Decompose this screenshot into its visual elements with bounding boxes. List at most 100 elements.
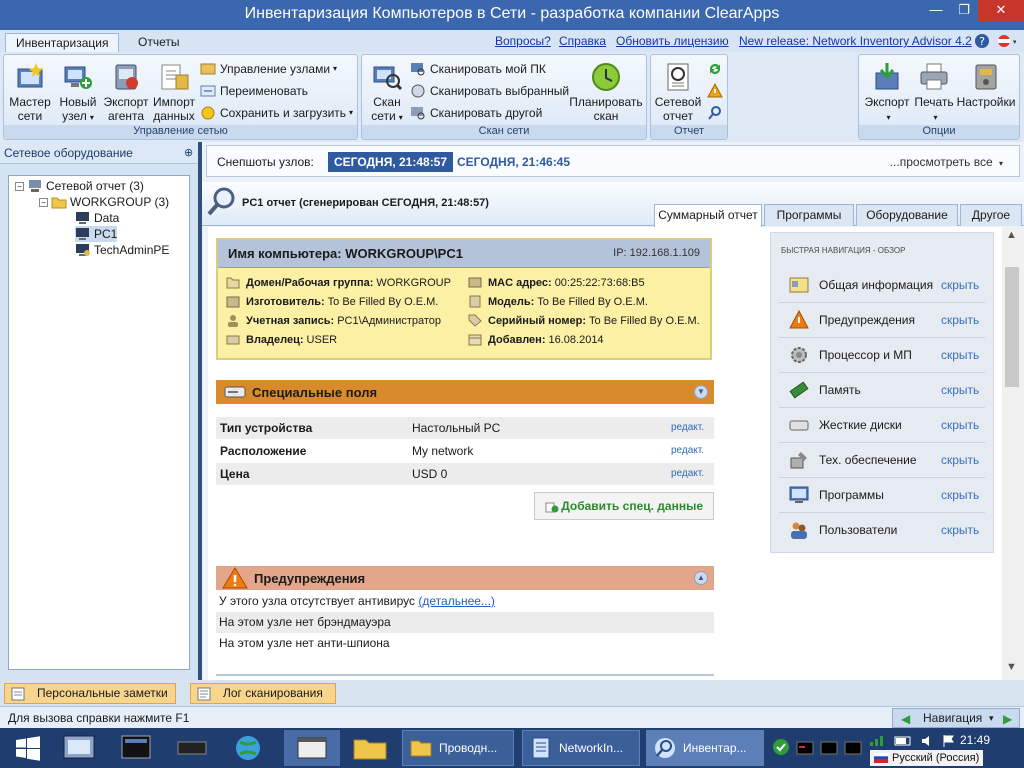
battery-tray-icon[interactable]: [894, 734, 914, 748]
edit-link[interactable]: редакт.: [671, 417, 704, 439]
help-link[interactable]: Справка: [559, 34, 606, 48]
search-icon[interactable]: [707, 105, 723, 121]
update-license-link[interactable]: Обновить лицензию: [616, 34, 729, 48]
collapse-icon[interactable]: ▲: [694, 571, 708, 585]
flag-tray-icon[interactable]: [942, 734, 956, 748]
questions-link[interactable]: Вопросы?: [495, 34, 551, 48]
print-button[interactable]: Печать ▾: [913, 61, 955, 125]
volume-tray-icon[interactable]: [920, 734, 940, 748]
quick-nav-item[interactable]: Пользователи скрыть: [779, 513, 985, 548]
special-fields-header[interactable]: Специальные поля ▼: [216, 380, 714, 404]
navigation-button[interactable]: ◀ Навигация ▾ ▶: [892, 708, 1020, 728]
scroll-up-icon[interactable]: ▲: [1006, 229, 1017, 241]
quick-nav-item[interactable]: Жесткие диски скрыть: [779, 408, 985, 443]
scan-my-pc-button[interactable]: Сканировать мой ПК: [410, 59, 546, 79]
info-value: 16.08.2014: [548, 333, 604, 346]
tab-other[interactable]: Другое: [960, 204, 1022, 226]
tab-personal-notes[interactable]: Персональные заметки: [4, 683, 176, 704]
help-icon[interactable]: ?: [974, 33, 990, 49]
settings-button[interactable]: Настройки: [955, 61, 1017, 109]
tab-scan-log[interactable]: Лог сканирования: [190, 683, 336, 704]
taskbar-window-explorer[interactable]: Проводн...: [402, 730, 514, 766]
collapse-icon[interactable]: −: [39, 197, 48, 207]
tab-inventory[interactable]: Инвентаризация: [5, 33, 120, 52]
export-icon: [875, 63, 899, 90]
manage-nodes-button[interactable]: Управление узлами ▾: [200, 59, 337, 79]
vertical-scrollbar[interactable]: ▲ ▼: [1002, 227, 1022, 680]
hide-link[interactable]: скрыть: [941, 418, 979, 432]
edit-link[interactable]: редакт.: [671, 463, 704, 485]
scan-selected-button[interactable]: Сканировать выбранный: [410, 81, 569, 101]
info-value: PC1\Администратор: [337, 314, 442, 327]
log-icon: [197, 687, 211, 700]
taskbar-app-network-inventory[interactable]: [52, 730, 108, 766]
quick-nav-item[interactable]: Тех. обеспечение скрыть: [779, 443, 985, 478]
tab-programs[interactable]: Программы: [764, 204, 854, 226]
collapse-icon[interactable]: ▼: [694, 385, 708, 399]
tray-icon-3[interactable]: [844, 740, 862, 756]
tree-node-pc1[interactable]: PC1: [75, 226, 118, 242]
tab-reports[interactable]: Отчеты: [128, 33, 189, 52]
check-tray-icon[interactable]: [772, 738, 790, 756]
tree-node-data[interactable]: Data: [75, 210, 119, 226]
taskbar-window-networkinventory[interactable]: NetworkIn...: [522, 730, 640, 766]
scan-other-button[interactable]: Сканировать другой: [410, 103, 542, 123]
hide-link[interactable]: скрыть: [941, 313, 979, 327]
tab-hardware[interactable]: Оборудование: [856, 204, 958, 226]
new-node-button[interactable]: Новый узел ▾: [56, 61, 100, 125]
network-tray-icon[interactable]: [868, 734, 888, 748]
maximize-button[interactable]: ❐: [948, 0, 980, 22]
taskbar-app-chip[interactable]: [164, 730, 220, 766]
hide-link[interactable]: скрыть: [941, 348, 979, 362]
quick-nav-item[interactable]: Программы скрыть: [779, 478, 985, 513]
taskbar-app-globe[interactable]: [220, 730, 276, 766]
hide-link[interactable]: скрыть: [941, 453, 979, 467]
rename-button[interactable]: Переименовать: [200, 81, 308, 101]
tree-node-techadminpe[interactable]: TechAdminPE: [75, 242, 169, 258]
scan-network-button[interactable]: Скан сети ▾: [366, 61, 408, 125]
hide-link[interactable]: скрыть: [941, 278, 979, 292]
snapshot-other[interactable]: СЕГОДНЯ, 21:46:45: [457, 155, 570, 169]
language-indicator[interactable]: Русский (Россия): [870, 750, 984, 766]
warnings-header[interactable]: Предупреждения ▲: [216, 566, 714, 590]
taskbar-app-window[interactable]: [284, 730, 340, 766]
start-button[interactable]: [0, 730, 56, 766]
collapse-icon[interactable]: −: [15, 181, 24, 191]
edit-link[interactable]: редакт.: [671, 440, 704, 462]
close-button[interactable]: ✕: [978, 0, 1024, 22]
tray-icon-2[interactable]: [820, 740, 838, 756]
quick-nav-item[interactable]: Память скрыть: [779, 373, 985, 408]
new-release-link[interactable]: New release: Network Inventory Advisor 4…: [739, 34, 972, 48]
export-button[interactable]: Экспорт ▾: [861, 61, 913, 125]
tray-icon-1[interactable]: [796, 740, 814, 756]
language-flag-icon[interactable]: ▾: [996, 33, 1016, 49]
refresh-icon[interactable]: [707, 61, 723, 77]
clock[interactable]: 21:49: [960, 733, 990, 747]
save-load-button[interactable]: Сохранить и загрузить ▾: [200, 103, 353, 123]
network-wizard-button[interactable]: Мастер сети: [8, 61, 52, 123]
scroll-down-icon[interactable]: ▼: [1006, 661, 1017, 673]
alert-icon[interactable]: [707, 83, 723, 99]
import-data-button[interactable]: Импорт данных: [152, 61, 196, 123]
quick-nav-item[interactable]: Процессор и МП скрыть: [779, 338, 985, 373]
taskbar-app-monitor[interactable]: [108, 730, 164, 766]
taskbar-app-folder[interactable]: [342, 730, 398, 766]
schedule-scan-button[interactable]: Планировать скан: [568, 61, 644, 123]
snapshot-active[interactable]: СЕГОДНЯ, 21:48:57: [328, 152, 454, 172]
pin-icon[interactable]: ⊕: [184, 142, 193, 164]
tree-node-network-report[interactable]: − Сетевой отчет (3): [15, 178, 144, 194]
scrollbar-thumb[interactable]: [1005, 267, 1019, 387]
view-all-snapshots[interactable]: ...просмотреть все ▾: [890, 155, 1003, 169]
hide-link[interactable]: скрыть: [941, 523, 979, 537]
hide-link[interactable]: скрыть: [941, 488, 979, 502]
add-special-data-button[interactable]: Добавить спец. данные: [534, 492, 714, 520]
tab-summary[interactable]: Суммарный отчет: [654, 204, 762, 227]
tree-node-workgroup[interactable]: − WORKGROUP (3): [39, 194, 169, 210]
network-report-button[interactable]: Сетевой отчет: [653, 61, 703, 123]
quick-nav-item[interactable]: Общая информация скрыть: [779, 268, 985, 303]
taskbar-window-inventory[interactable]: Инвентар...: [646, 730, 764, 766]
hide-link[interactable]: скрыть: [941, 383, 979, 397]
details-link[interactable]: (детальнее...): [418, 594, 495, 608]
quick-nav-item[interactable]: Предупреждения скрыть: [779, 303, 985, 338]
export-agent-button[interactable]: Экспорт агента: [102, 61, 150, 123]
